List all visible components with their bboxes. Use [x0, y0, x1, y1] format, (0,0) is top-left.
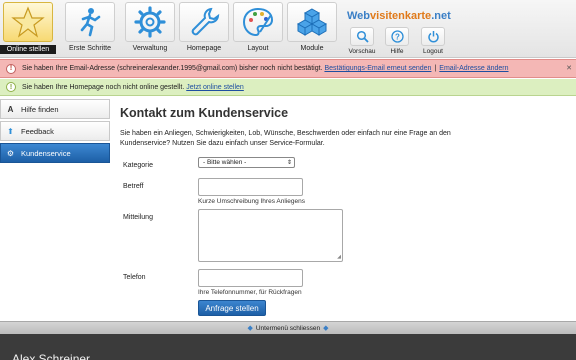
module-label: Module: [300, 45, 324, 52]
page-title: Kontakt zum Kundenservice: [120, 106, 289, 120]
close-submenu-toggle[interactable]: ◆ Untermenü schliessen ◆: [0, 321, 576, 334]
brand-accent: visitenkarte: [370, 10, 432, 22]
sidebar: A Hilfe finden ⬆ Feedback ⚙ Kundenservic…: [0, 99, 110, 165]
phone-input[interactable]: [198, 269, 303, 287]
go-online-link[interactable]: Jetzt online stellen: [186, 84, 244, 91]
layout-label: Layout: [247, 45, 269, 52]
runner-icon: [80, 8, 101, 37]
cubes-icon: [296, 8, 328, 36]
sidebar-item-label: Kundenservice: [21, 148, 71, 158]
change-email-link[interactable]: Email-Adresse ändern: [439, 65, 508, 72]
magnifier-icon: [356, 30, 369, 43]
wrench-icon: [191, 7, 220, 36]
sidebar-item-hilfe-finden[interactable]: A Hilfe finden: [0, 99, 110, 119]
homepage-button[interactable]: Homepage: [178, 2, 230, 57]
warning-icon: !: [6, 63, 16, 74]
sidebar-item-label: Feedback: [21, 126, 54, 136]
close-submenu-label: Untermenü schliessen: [255, 324, 321, 332]
palette-icon: [242, 7, 274, 37]
sidebar-item-label: Hilfe finden: [21, 104, 59, 114]
submit-request-button[interactable]: Anfrage stellen: [198, 300, 266, 316]
info-icon: !: [6, 82, 16, 92]
main-content: Kontakt zum Kundenservice Sie haben ein …: [120, 106, 570, 149]
user-name: Alex Schreiner: [12, 352, 91, 360]
chevron-icon: ◆: [323, 325, 329, 332]
question-icon: ?: [390, 30, 404, 43]
brand-main: Web: [347, 10, 371, 22]
subject-hint: Kurze Umschreibung Ihres Anliegens: [198, 198, 305, 205]
star-icon: [11, 6, 45, 38]
gear-icon: ⚙: [6, 148, 15, 158]
power-icon: [427, 31, 439, 43]
brand-logo[interactable]: Webvisitenkarte.net: [347, 10, 451, 22]
chevron-icon: ◆: [247, 325, 253, 332]
resend-confirmation-link[interactable]: Bestätigungs-Email erneut senden: [324, 65, 431, 72]
intro-text: Sie haben ein Anliegen, Schwierigkeiten,…: [120, 130, 451, 147]
close-icon[interactable]: ✕: [566, 64, 572, 72]
alert-separator: |: [434, 65, 437, 72]
arrow-up-icon: ⬆: [7, 126, 14, 136]
homepage-alert-text: Sie haben Ihre Homepage noch nicht onlin…: [22, 83, 185, 91]
online-stellen-button[interactable]: Online stellen: [0, 2, 56, 57]
main-toolbar: Online stellen Erste Schritte Verwaltung…: [0, 0, 576, 58]
verwaltung-label: Verwaltung: [132, 45, 168, 52]
brand-tld: .net: [431, 10, 451, 22]
verwaltung-button[interactable]: Verwaltung: [124, 2, 176, 57]
phone-hint: Ihre Telefonnummer, für Rückfragen: [198, 289, 302, 296]
font-icon: A: [7, 104, 14, 114]
message-label: Mitteilung: [123, 214, 153, 221]
subject-input[interactable]: [198, 178, 303, 196]
chevron-updown-icon: ⇕: [286, 160, 292, 166]
module-button[interactable]: Module: [286, 2, 338, 57]
hilfe-button[interactable]: ? Hilfe: [381, 27, 413, 55]
message-textarea[interactable]: ◢: [198, 209, 343, 262]
erste-schritte-label: Erste Schritte: [68, 45, 111, 52]
logout-label: Logout: [423, 48, 443, 55]
online-stellen-label: Online stellen: [0, 45, 56, 54]
vorschau-button[interactable]: Vorschau: [346, 27, 378, 55]
category-label: Kategorie: [123, 162, 153, 169]
sidebar-item-feedback[interactable]: ⬆ Feedback: [0, 121, 110, 141]
footer: Alex Schreiner: [0, 334, 576, 360]
logout-button[interactable]: Logout: [417, 27, 449, 55]
sidebar-item-kundenservice[interactable]: ⚙ Kundenservice: [0, 143, 110, 163]
email-confirmation-alert: ! Sie haben Ihre Email-Adresse (schreine…: [0, 59, 576, 78]
layout-button[interactable]: Layout: [232, 2, 284, 57]
hilfe-label: Hilfe: [390, 48, 404, 55]
erste-schritte-button[interactable]: Erste Schritte: [64, 2, 116, 57]
category-select[interactable]: - Bitte wählen - ⇕: [198, 157, 295, 168]
homepage-offline-alert: ! Sie haben Ihre Homepage noch nicht onl…: [0, 79, 576, 96]
category-select-value: - Bitte wählen -: [203, 159, 247, 166]
gear-icon: [134, 6, 166, 38]
subject-label: Betreff: [123, 183, 144, 190]
email-alert-text: Sie haben Ihre Email-Adresse (schreinera…: [22, 65, 323, 72]
resize-grip-icon[interactable]: ◢: [337, 254, 341, 260]
homepage-label: Homepage: [186, 45, 222, 52]
svg-text:?: ?: [395, 32, 400, 41]
phone-label: Telefon: [123, 274, 146, 281]
vorschau-label: Vorschau: [348, 48, 376, 55]
